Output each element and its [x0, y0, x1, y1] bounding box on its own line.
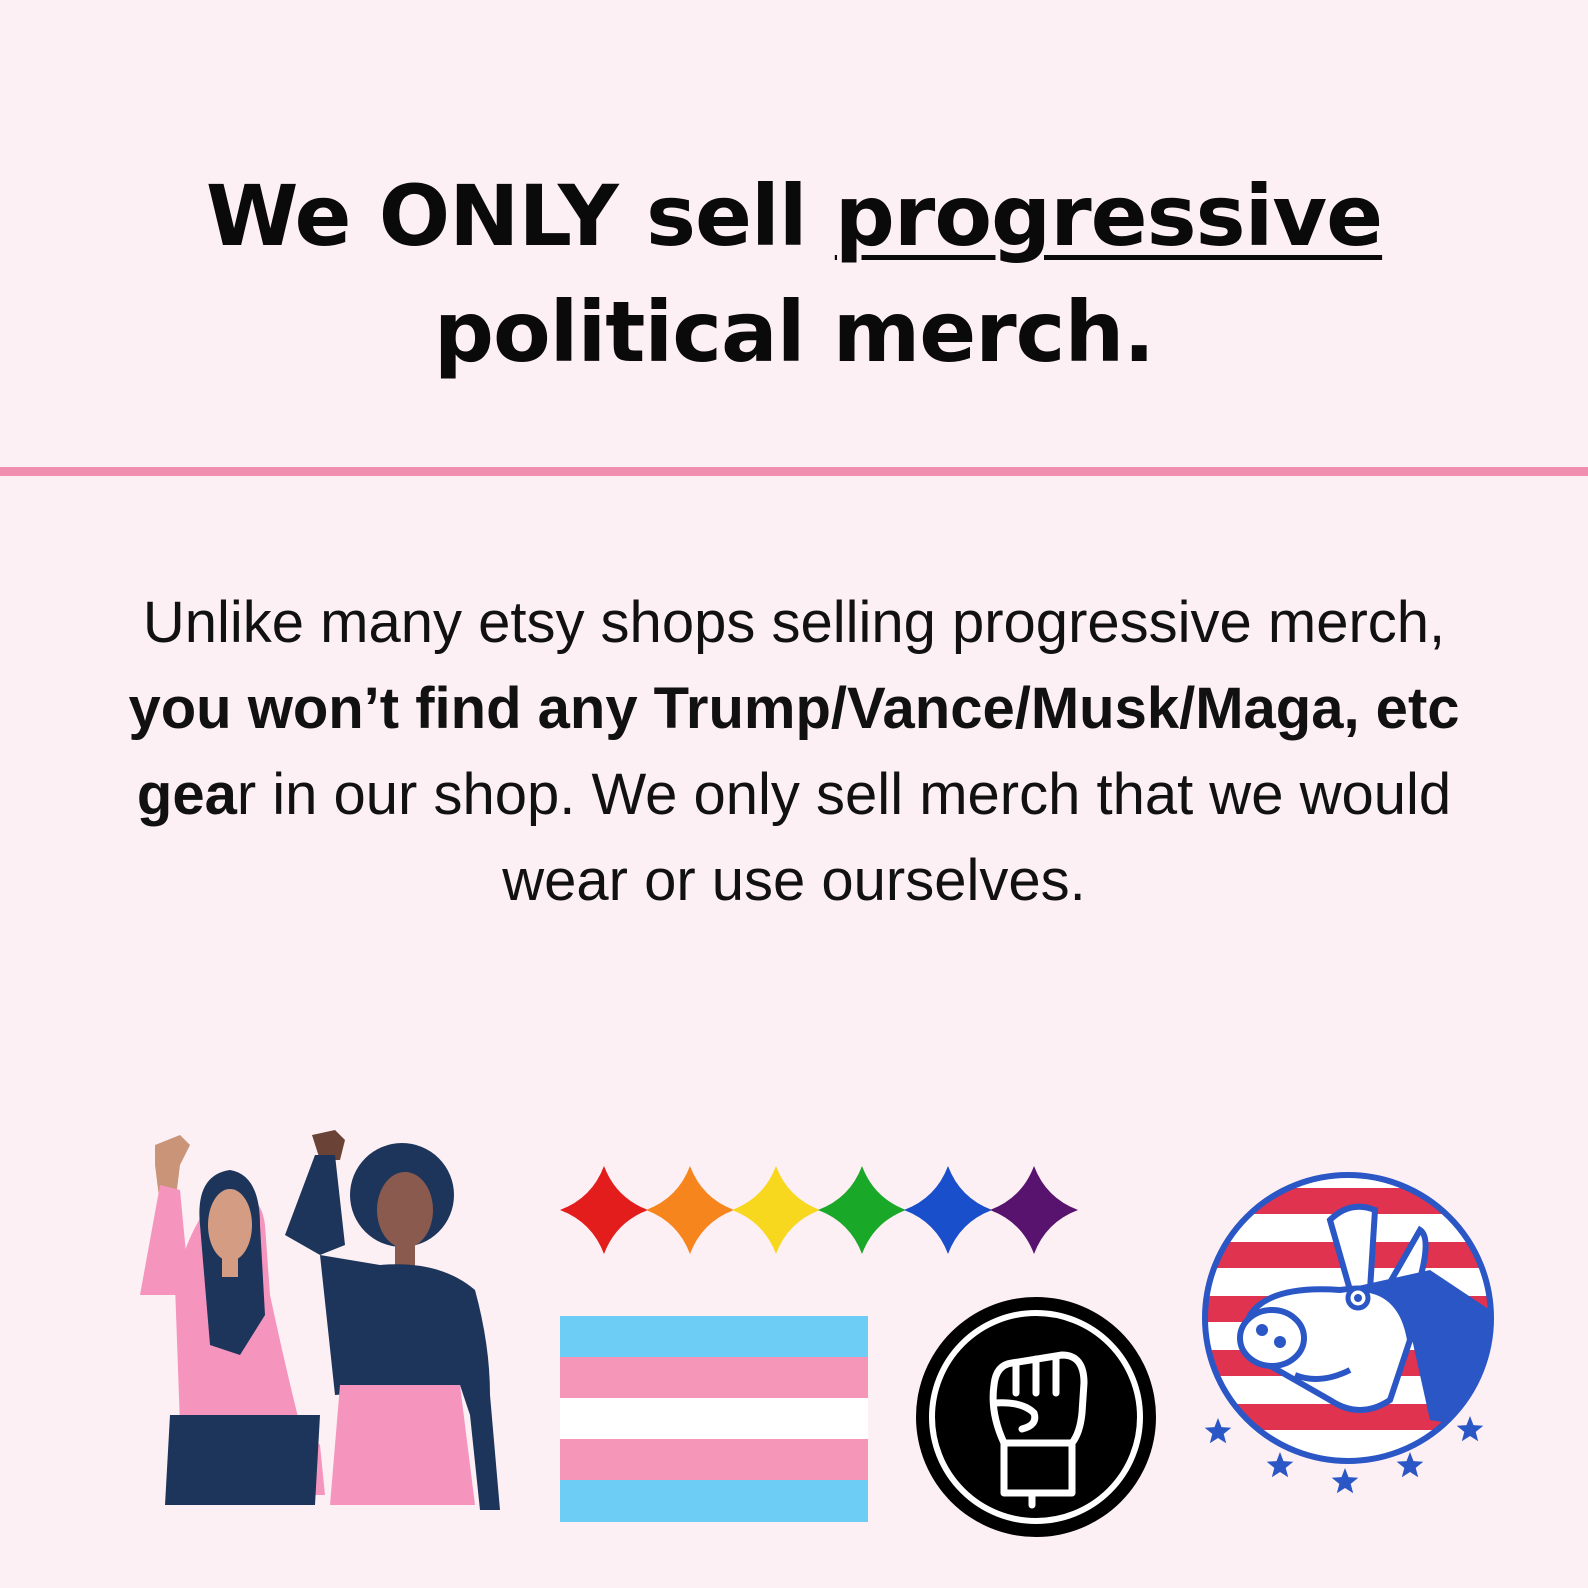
body-text-2: r in our shop. We only sell merch that w… [236, 762, 1452, 913]
sparkle-star-icon [990, 1166, 1078, 1254]
small-star-icon [1396, 1452, 1424, 1478]
raised-fist-circle-icon [916, 1297, 1156, 1537]
headline-part1: We ONLY sell [205, 167, 835, 265]
divider-line [0, 467, 1588, 476]
transgender-flag-icon [560, 1316, 868, 1522]
small-star-icon [1266, 1452, 1294, 1478]
small-star-icon [1456, 1416, 1484, 1442]
small-star-icon [1331, 1468, 1359, 1494]
small-star-icon [1204, 1418, 1232, 1444]
sparkle-star-icon [818, 1166, 906, 1254]
sparkle-star-icon [560, 1166, 648, 1254]
sparkle-star-icon [904, 1166, 992, 1254]
headline-part2: political merch. [433, 283, 1155, 381]
woman-left [140, 1135, 325, 1505]
two-women-raised-fists-illustration [140, 1130, 500, 1510]
body-text-1: Unlike many etsy shops selling progressi… [142, 590, 1446, 655]
headline: We ONLY sell progressive political merch. [0, 158, 1588, 390]
democratic-donkey-emblem-icon [1202, 1172, 1494, 1494]
rainbow-sparkle-stars-icon [560, 1166, 1078, 1254]
sparkle-star-icon [732, 1166, 820, 1254]
body-paragraph: Unlike many etsy shops selling progressi… [120, 580, 1468, 924]
headline-underlined-word: progressive [834, 167, 1383, 265]
sparkle-star-icon [646, 1166, 734, 1254]
